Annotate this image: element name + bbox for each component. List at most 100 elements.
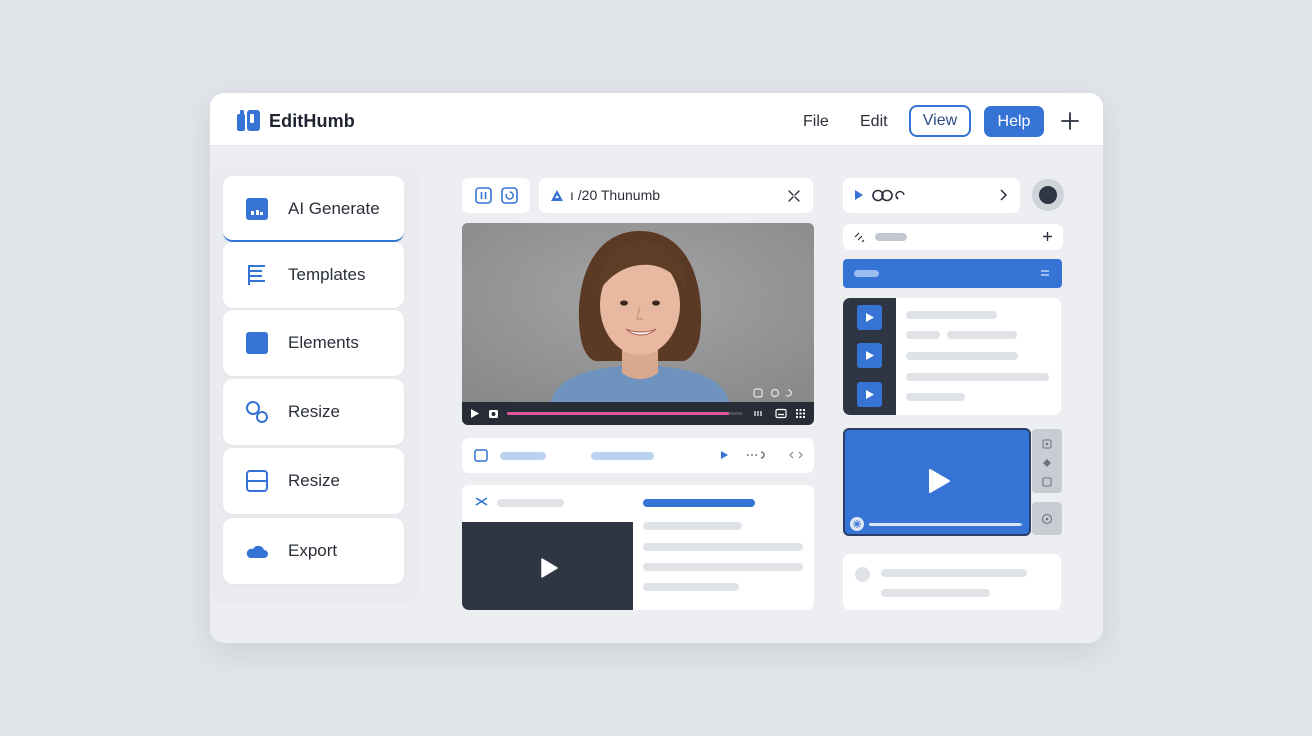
preview-tool-strip-bottom — [1032, 502, 1062, 535]
preview-progress-track[interactable] — [869, 523, 1023, 526]
video-list-play-button[interactable] — [857, 305, 882, 330]
sidebar-item-label: Elements — [288, 333, 359, 352]
swap-icon[interactable] — [789, 450, 803, 460]
clip-card[interactable] — [462, 485, 814, 610]
placeholder-line — [643, 522, 742, 530]
target-icon[interactable] — [1041, 513, 1053, 525]
menu-file[interactable]: File — [803, 113, 829, 131]
video-list — [843, 298, 1061, 415]
sidebar: AI Generate Templates Elements Resize Re… — [210, 167, 418, 603]
sidebar-item-label: Resize — [288, 402, 340, 421]
circles-icon — [246, 401, 268, 423]
view-button[interactable]: View — [909, 105, 971, 137]
play-icon — [866, 390, 874, 399]
checkbox-icon[interactable] — [474, 449, 488, 462]
square-icon[interactable] — [1042, 477, 1052, 487]
menu-edit[interactable]: Edit — [860, 113, 888, 131]
volume-icon[interactable] — [754, 409, 764, 418]
camera-icon[interactable] — [488, 408, 499, 419]
wand-icon — [854, 232, 865, 243]
menu-icon[interactable] — [1040, 269, 1050, 277]
plus-icon[interactable] — [1061, 112, 1079, 130]
app-window: EditHumb File Edit View Help AI Generate… — [210, 93, 1103, 643]
top-bar: EditHumb File Edit View Help — [210, 93, 1103, 146]
cloud-icon — [246, 545, 268, 558]
video-list-play-button[interactable] — [857, 343, 882, 368]
selected-layer[interactable] — [843, 259, 1062, 288]
sidebar-item-elements[interactable]: Elements — [223, 310, 404, 376]
timeline-bar — [462, 438, 814, 473]
portrait-image — [462, 223, 814, 403]
placeholder-line — [643, 543, 803, 551]
placeholder-line — [906, 352, 1018, 360]
play-marker-icon[interactable] — [720, 450, 729, 460]
video-list-strip — [843, 298, 896, 415]
placeholder-line — [881, 589, 990, 597]
frame-icon[interactable] — [1042, 439, 1052, 449]
clip-thumbnail[interactable] — [462, 522, 633, 610]
cut-icon[interactable] — [475, 496, 488, 507]
placeholder-line — [906, 393, 965, 401]
playback-controls — [462, 178, 530, 213]
placeholder-line — [854, 270, 879, 277]
overlay-icons — [753, 388, 792, 398]
avatar — [855, 567, 870, 582]
layout-icon — [246, 470, 268, 492]
loop-icon[interactable] — [872, 188, 908, 203]
title-field-text: ı /20 Thunumb — [570, 187, 661, 203]
diamond-icon[interactable] — [1042, 458, 1052, 468]
sparkle-icon — [853, 520, 861, 528]
sidebar-item-label: Templates — [288, 265, 366, 284]
video-player[interactable] — [462, 223, 814, 425]
placeholder-line — [875, 233, 907, 241]
placeholder-line — [906, 373, 1049, 381]
placeholder-line — [497, 499, 564, 507]
sidebar-item-resize-layout[interactable]: Resize — [223, 448, 404, 514]
title-field[interactable]: ı /20 Thunumb — [539, 178, 813, 213]
record-icon — [1039, 186, 1057, 204]
close-icon[interactable] — [788, 190, 800, 202]
placeholder-line — [906, 331, 940, 339]
right-toolbar — [843, 178, 1020, 213]
video-controls — [462, 402, 814, 425]
timeline-segment[interactable] — [500, 452, 546, 460]
help-button[interactable]: Help — [984, 106, 1044, 137]
pause-icon[interactable] — [475, 187, 492, 204]
play-icon[interactable] — [540, 558, 558, 578]
placeholder-line — [643, 583, 739, 591]
settings-icon[interactable] — [850, 517, 864, 531]
add-icon[interactable] — [1042, 231, 1053, 242]
preview-player[interactable] — [843, 428, 1031, 536]
sidebar-item-export[interactable]: Export — [223, 518, 404, 584]
sidebar-item-templates[interactable]: Templates — [223, 242, 404, 308]
templates-icon — [248, 265, 265, 285]
refresh-icon[interactable] — [501, 187, 518, 204]
play-icon — [866, 351, 874, 360]
play-icon[interactable] — [927, 468, 951, 494]
sidebar-item-label: Resize — [288, 471, 340, 490]
progress-track[interactable] — [507, 412, 743, 415]
placeholder-line — [881, 569, 1027, 577]
preview-tool-strip — [1032, 429, 1062, 493]
timeline-segment[interactable] — [591, 452, 654, 460]
placeholder-line — [947, 331, 1017, 339]
subtitles-icon[interactable] — [775, 408, 787, 419]
clip-title-bar — [643, 499, 755, 507]
placeholder-line — [643, 563, 803, 571]
play-icon[interactable] — [854, 189, 864, 201]
sidebar-item-label: Export — [288, 541, 338, 560]
app-logo-icon — [237, 110, 260, 131]
sidebar-item-label: AI Generate — [288, 199, 380, 218]
layer-row[interactable] — [843, 224, 1063, 250]
chevron-right-icon[interactable] — [999, 189, 1008, 201]
placeholder-line — [906, 311, 997, 319]
dotted-link-icon[interactable] — [746, 450, 766, 460]
app-title: EditHumb — [269, 111, 355, 131]
grid-icon[interactable] — [795, 408, 806, 419]
sidebar-item-ai-generate[interactable]: AI Generate — [223, 176, 404, 242]
play-icon[interactable] — [470, 408, 480, 419]
ai-generate-icon — [246, 198, 268, 220]
sidebar-item-resize[interactable]: Resize — [223, 379, 404, 445]
record-button[interactable] — [1032, 179, 1064, 211]
video-list-play-button[interactable] — [857, 382, 882, 407]
